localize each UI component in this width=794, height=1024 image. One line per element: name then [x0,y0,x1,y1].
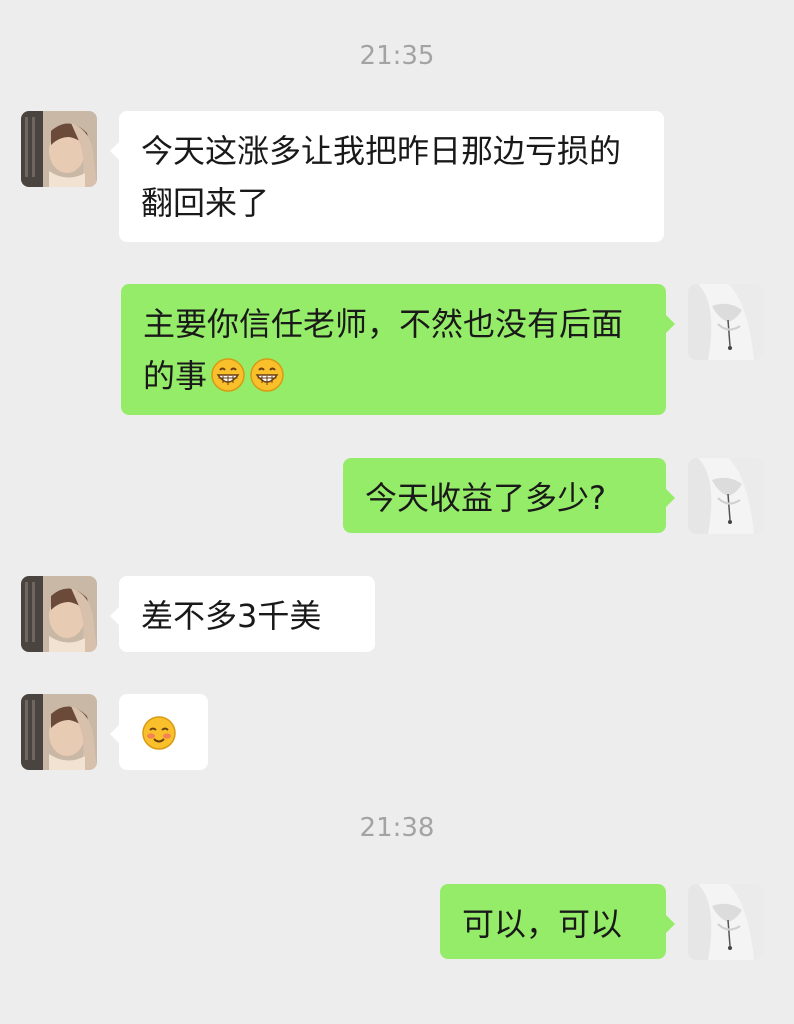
message-bubble-outgoing[interactable]: 今天收益了多少? [343,458,675,533]
message-text: 差不多3千美 [141,597,322,635]
grinning-emoji-icon [210,357,246,393]
self-avatar-image [688,458,764,534]
contact-avatar[interactable] [21,111,97,187]
message-bubble-outgoing[interactable]: 可以，可以 [440,884,675,959]
self-avatar-image [688,284,764,360]
message-bubble-incoming[interactable]: 今天这涨多让我把昨日那边亏损的翻回来了 [110,111,664,242]
timestamp: 21:35 [359,41,435,71]
contact-avatar-image [21,576,97,652]
grinning-emoji-icon [249,357,285,393]
blush-emoji-icon [141,715,177,751]
timestamp: 21:38 [359,813,435,843]
contact-avatar-image [21,694,97,770]
contact-avatar[interactable] [21,694,97,770]
contact-avatar-image [21,111,97,187]
self-avatar-image [688,884,764,960]
message-bubble-incoming[interactable] [110,694,208,770]
message-text: 可以，可以 [462,905,623,943]
contact-avatar[interactable] [21,576,97,652]
self-avatar[interactable] [688,884,764,960]
message-bubble-outgoing[interactable]: 主要你信任老师，不然也没有后面的事 [121,284,675,415]
self-avatar[interactable] [688,458,764,534]
message-text: 今天这涨多让我把昨日那边亏损的翻回来了 [141,132,622,222]
message-bubble-incoming[interactable]: 差不多3千美 [110,576,375,652]
message-text: 今天收益了多少? [365,479,606,517]
self-avatar[interactable] [688,284,764,360]
